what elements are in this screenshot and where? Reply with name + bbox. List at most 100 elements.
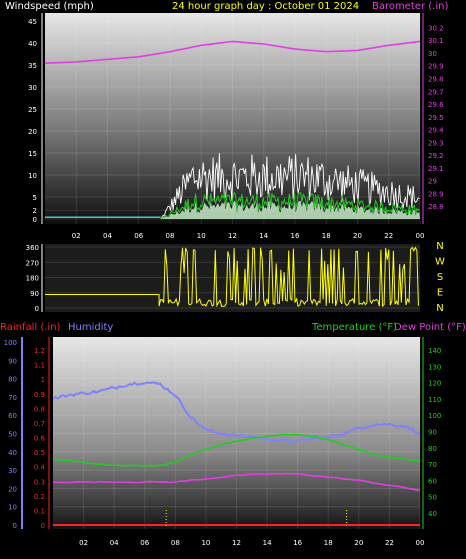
rainfall-tick-label: 0.2: [34, 493, 45, 501]
temperature-tick-label: 80: [428, 445, 437, 453]
barometer-tick-label: 29.4: [428, 127, 444, 135]
barometer-tick-label: 29.6: [428, 101, 444, 109]
barometer-tick-label: 28.8: [428, 203, 444, 211]
header-date-label: 24 hour graph day : October 01 2024: [172, 1, 359, 12]
rainfall-tick-label: 0.6: [34, 435, 46, 443]
temperature-tick-label: 60: [428, 477, 437, 485]
temperature-label: Temperature (°F): [311, 322, 397, 333]
temperature-tick-label: 90: [428, 429, 437, 437]
temperature-tick-label: 120: [428, 380, 441, 388]
humidity-tick-label: 60: [8, 412, 17, 420]
wind-tick-label: 40: [28, 40, 37, 48]
direction-tick-label: 90: [30, 290, 39, 298]
humidity-tick-label: 70: [8, 394, 17, 402]
time-tick-label: 14: [259, 232, 268, 240]
humidity-tick-label: 0: [13, 522, 17, 530]
humidity-tick-label: 20: [8, 485, 17, 493]
barometer-tick-label: 29.5: [428, 114, 444, 122]
direction-tick-label: 0: [35, 305, 39, 313]
temperature-tick-label: 110: [428, 396, 441, 404]
time-tick-label: 00: [416, 539, 425, 547]
compass-label: W: [435, 257, 445, 268]
time-tick-label: 02: [79, 539, 88, 547]
rainfall-tick-label: 0.1: [34, 507, 45, 515]
barometer-tick-label: 30: [428, 50, 437, 58]
weather-graph-svg: Windspeed (mph) 24 hour graph day : Octo…: [0, 1, 466, 547]
time-tick-label: 06: [134, 232, 143, 240]
barometer-tick-label: 30.2: [428, 24, 444, 32]
time-tick-label: 08: [166, 232, 175, 240]
wind-tick-label: 20: [28, 128, 37, 136]
direction-tick-label: 270: [26, 259, 39, 267]
compass-label: S: [437, 272, 443, 283]
time-tick-label: 00: [416, 232, 425, 240]
time-tick-label: 22: [385, 539, 394, 547]
time-tick-label: 10: [201, 539, 210, 547]
humidity-tick-label: 30: [8, 467, 17, 475]
rainfall-tick-label: 0: [41, 522, 45, 530]
time-tick-label: 14: [263, 539, 272, 547]
climate-time-axis: 02 04 06 08 10 12 14 16 18 20 22 00: [79, 539, 424, 547]
compass-label: N: [436, 241, 443, 252]
wind-axis-ticks: 0251015202530354045: [28, 13, 43, 224]
barometer-tick-label: 29.3: [428, 139, 444, 147]
dew-point-label: Dew Point (°F): [394, 322, 466, 333]
temperature-tick-label: 100: [428, 412, 441, 420]
direction-tick-label: 360: [26, 244, 39, 252]
rainfall-tick-label: 0.4: [34, 464, 46, 472]
humidity-tick-label: 40: [8, 449, 17, 457]
time-tick-label: 02: [72, 232, 81, 240]
temperature-tick-label: 130: [428, 363, 441, 371]
rainfall-tick-label: 0.5: [34, 449, 45, 457]
time-tick-label: 16: [291, 232, 300, 240]
temperature-tick-label: 140: [428, 347, 441, 355]
time-tick-label: 16: [293, 539, 302, 547]
time-tick-label: 18: [322, 232, 331, 240]
wind-tick-label: 5: [33, 194, 37, 202]
time-tick-label: 04: [110, 539, 119, 547]
rainfall-tick-label: 0.7: [34, 420, 45, 428]
time-tick-label: 18: [324, 539, 333, 547]
humidity-tick-label: 10: [8, 504, 17, 512]
rainfall-label: Rainfall (.in): [0, 322, 61, 333]
header-windspeed-label: Windspeed (mph): [5, 1, 94, 12]
humidity-tick-label: 50: [8, 431, 17, 439]
rainfall-tick-label: 0.8: [34, 405, 45, 413]
temperature-tick-label: 40: [428, 510, 437, 518]
humidity-axis-ticks: 0 10 20 30 40 50 60 70 80 90 100: [4, 337, 23, 530]
barometer-tick-label: 28.9: [428, 190, 444, 198]
compass-label: N: [436, 303, 443, 314]
humidity-tick-label: 90: [8, 357, 17, 365]
wind-tick-label: 45: [28, 18, 37, 26]
time-tick-label: 12: [228, 232, 237, 240]
wind-tick-label: 15: [28, 150, 37, 158]
rainfall-tick-label: 1: [41, 376, 45, 384]
temperature-axis-ticks: 40 50 60 70 80 90 100 110 120 130 140: [422, 337, 441, 529]
wind-tick-label: 0: [33, 216, 37, 224]
rainfall-tick-label: 1.2: [34, 347, 45, 355]
rainfall-tick-label: 0.3: [34, 478, 45, 486]
barometer-tick-label: 30.1: [428, 37, 444, 45]
barometer-tick-label: 29: [428, 178, 437, 186]
time-tick-label: 06: [140, 539, 149, 547]
header-barometer-label: Barometer (.in): [372, 1, 448, 12]
time-tick-label: 20: [353, 232, 362, 240]
rainfall-axis-ticks: 0 0.1 0.2 0.3 0.4 0.5 0.6 0.7 0.8 0.9 1 1.1 1.2: [34, 337, 50, 530]
compass-label: E: [437, 288, 443, 299]
temperature-tick-label: 70: [428, 461, 437, 469]
time-tick-label: 04: [103, 232, 112, 240]
weather-graph-page: Windspeed (mph) 24 hour graph day : Octo…: [0, 0, 466, 555]
humidity-label: Humidity: [68, 322, 113, 333]
time-tick-label: 08: [171, 539, 180, 547]
wind-tick-label: 35: [28, 62, 37, 70]
wind-tick-label: 25: [28, 106, 37, 114]
rainfall-tick-label: 0.9: [34, 391, 45, 399]
time-tick-label: 12: [232, 539, 241, 547]
wind-tick-label: 2: [33, 207, 37, 215]
barometer-tick-label: 29.2: [428, 152, 444, 160]
barometer-axis-ticks: 28.8 28.9 29 29.1 29.2 29.3 29.4 29.5 29.6 29.7 29…: [422, 13, 444, 224]
barometer-tick-label: 29.9: [428, 63, 444, 71]
barometer-tick-label: 29.7: [428, 88, 444, 96]
direction-tick-label: 180: [26, 275, 39, 283]
barometer-tick-label: 29.1: [428, 165, 444, 173]
